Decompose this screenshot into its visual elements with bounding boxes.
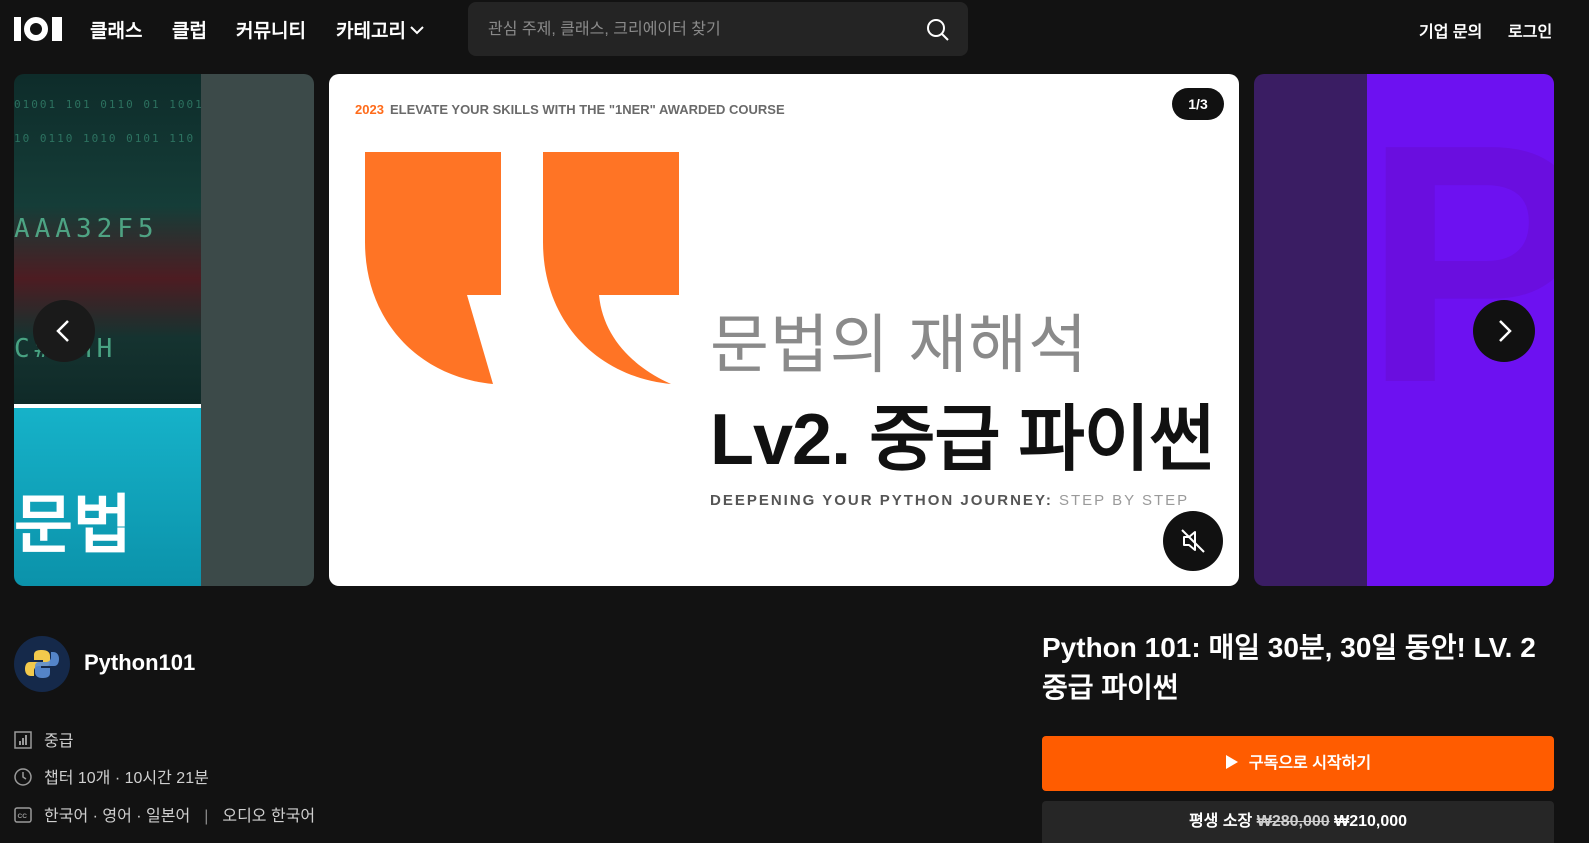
level-text: 중급 <box>44 733 74 750</box>
chevron-left-icon <box>56 320 69 342</box>
slide-letters: PY <box>1367 74 1554 454</box>
slide-subtitle: 문법의 재해석 <box>710 309 1089 381</box>
search-icon[interactable] <box>926 18 950 47</box>
duration-text: 챕터 10개 · 10시간 21분 <box>44 770 209 787</box>
enterprise-link[interactable]: 기업 문의 <box>1419 18 1482 42</box>
search-input[interactable] <box>486 2 910 58</box>
meta-language: CC 한국어 · 영어 · 일본어 | 오디오 한국어 <box>14 802 315 826</box>
closed-caption-icon: CC <box>14 807 32 824</box>
python-logo-icon <box>25 650 59 678</box>
code-pattern: 01001 101 0110 01 1001 <box>14 98 201 111</box>
slide-footer-bold: DEEPENING YOUR PYTHON JOURNEY: <box>710 492 1053 509</box>
slide-footer: DEEPENING YOUR PYTHON JOURNEY: STEP BY S… <box>710 492 1189 509</box>
slide-year: 2023 <box>355 102 384 117</box>
nav-community[interactable]: 커뮤니티 <box>236 16 306 43</box>
cta-label: 구독으로 시작하기 <box>1248 755 1372 772</box>
slide-text: 문법 <box>14 489 132 561</box>
mute-button[interactable] <box>1163 511 1223 571</box>
slide-title: Lv2. 중급 파이썬 <box>710 400 1215 480</box>
original-price: ₩280,000 <box>1256 813 1330 830</box>
meta-level: 중급 <box>14 727 73 751</box>
play-icon <box>1225 755 1238 770</box>
subtitle-languages: 한국어 · 영어 · 일본어 <box>44 808 191 825</box>
slide-code-image: 01001 101 0110 01 1001 10 0110 1010 0101… <box>14 74 201 404</box>
top-nav: 클래스 클럽 커뮤니티 카테고리 기업 문의 로그인 <box>0 0 1589 58</box>
subscribe-start-button[interactable]: 구독으로 시작하기 <box>1042 736 1554 791</box>
clock-icon <box>14 768 32 787</box>
quote-mark-icon <box>543 152 679 389</box>
carousel-slide-current[interactable]: 2023 ELEVATE YOUR SKILLS WITH THE "1NER"… <box>329 74 1239 586</box>
search-bar <box>468 2 968 58</box>
slide-dim-overlay <box>201 74 314 586</box>
slide-tagline: ELEVATE YOUR SKILLS WITH THE "1NER" AWAR… <box>390 102 785 117</box>
speaker-muted-icon <box>1181 529 1205 553</box>
nav-club[interactable]: 클럽 <box>172 16 207 43</box>
code-row: AAA32F5 <box>14 214 159 244</box>
carousel-next-button[interactable] <box>1473 300 1535 362</box>
lifetime-purchase-button[interactable]: 평생 소장 ₩280,000 ₩210,000 <box>1042 801 1554 843</box>
creator-avatar[interactable] <box>14 636 70 692</box>
chevron-right-icon <box>1499 320 1512 342</box>
nav-category-label: 카테고리 <box>336 21 406 42</box>
chevron-down-icon <box>410 19 424 41</box>
svg-text:CC: CC <box>18 813 28 820</box>
nav-category[interactable]: 카테고리 <box>336 16 424 43</box>
quote-mark-icon <box>365 152 501 389</box>
brand-logo[interactable] <box>14 17 62 41</box>
separator: | <box>204 808 209 825</box>
audio-language: 오디오 한국어 <box>222 808 316 825</box>
login-link[interactable]: 로그인 <box>1508 18 1552 42</box>
slide-footer-light: STEP BY STEP <box>1052 492 1190 509</box>
code-pattern: 10 0110 1010 0101 110 <box>14 132 196 145</box>
carousel-prev-button[interactable] <box>33 300 95 362</box>
sale-price: ₩210,000 <box>1334 813 1408 830</box>
slide-counter: 1/3 <box>1172 88 1224 120</box>
slide-dim-overlay <box>1254 74 1367 586</box>
nav-classes[interactable]: 클래스 <box>90 16 142 43</box>
course-title: Python 101: 매일 30분, 30일 동안! LV. 2 중급 파이썬 <box>1042 632 1536 703</box>
level-bars-icon <box>14 731 32 750</box>
creator-name[interactable]: Python101 <box>84 650 195 676</box>
meta-duration: 챕터 10개 · 10시간 21분 <box>14 764 209 788</box>
price-prefix: 평생 소장 <box>1188 813 1253 830</box>
